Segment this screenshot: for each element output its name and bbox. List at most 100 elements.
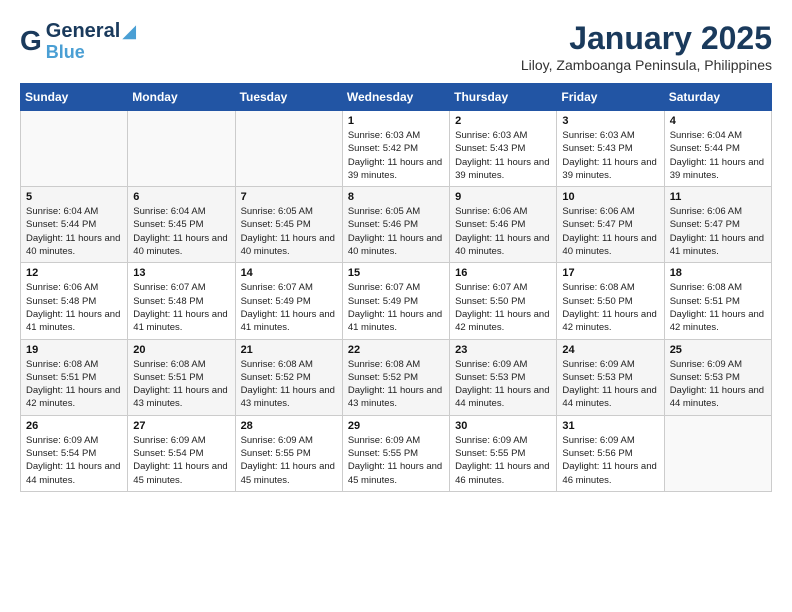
calendar-cell: 27 Sunrise: 6:09 AMSunset: 5:54 PMDayligh… bbox=[128, 415, 235, 491]
calendar-cell: 10Sunrise: 6:06 AMSunset: 5:47 PMDayligh… bbox=[557, 187, 664, 263]
day-number: 23 bbox=[455, 344, 551, 356]
calendar-cell: 4 Sunrise: 6:04 AMSunset: 5:44 PMDaylight… bbox=[664, 111, 771, 187]
day-info: Sunrise: 6:05 AMSunset: 5:45 PMDaylight:… bbox=[241, 205, 337, 258]
day-number: 26 bbox=[26, 420, 122, 432]
day-info: Sunrise: 6:09 AMSunset: 5:54 PMDaylight:… bbox=[133, 434, 229, 487]
day-number: 3 bbox=[562, 115, 658, 127]
day-number: 28 bbox=[241, 420, 337, 432]
day-info: Sunrise: 6:07 AMSunset: 5:48 PMDaylight:… bbox=[133, 281, 229, 334]
logo-blue-label: Blue bbox=[46, 43, 136, 61]
calendar-cell: 28 Sunrise: 6:09 AMSunset: 5:55 PMDayligh… bbox=[235, 415, 342, 491]
day-info: Sunrise: 6:04 AMSunset: 5:44 PMDaylight:… bbox=[26, 205, 122, 258]
day-info: Sunrise: 6:04 AMSunset: 5:45 PMDaylight:… bbox=[133, 205, 229, 258]
day-number: 7 bbox=[241, 191, 337, 203]
day-info: Sunrise: 6:05 AMSunset: 5:46 PMDaylight:… bbox=[348, 205, 444, 258]
calendar-cell: 23 Sunrise: 6:09 AMSunset: 5:53 PMDayligh… bbox=[450, 339, 557, 415]
calendar-week-5: 26 Sunrise: 6:09 AMSunset: 5:54 PMDayligh… bbox=[21, 415, 772, 491]
day-number: 13 bbox=[133, 267, 229, 279]
calendar-week-3: 12Sunrise: 6:06 AMSunset: 5:48 PMDayligh… bbox=[21, 263, 772, 339]
day-info: Sunrise: 6:09 AMSunset: 5:55 PMDaylight:… bbox=[455, 434, 551, 487]
calendar-cell: 8 Sunrise: 6:05 AMSunset: 5:46 PMDaylight… bbox=[342, 187, 449, 263]
calendar-cell bbox=[664, 415, 771, 491]
day-info: Sunrise: 6:08 AMSunset: 5:50 PMDaylight:… bbox=[562, 281, 658, 334]
title-block: January 2025 Liloy, Zamboanga Peninsula,… bbox=[521, 20, 772, 73]
calendar-cell: 17 Sunrise: 6:08 AMSunset: 5:50 PMDayligh… bbox=[557, 263, 664, 339]
day-info: Sunrise: 6:09 AMSunset: 5:55 PMDaylight:… bbox=[241, 434, 337, 487]
calendar-cell: 15 Sunrise: 6:07 AMSunset: 5:49 PMDayligh… bbox=[342, 263, 449, 339]
day-info: Sunrise: 6:09 AMSunset: 5:53 PMDaylight:… bbox=[562, 358, 658, 411]
day-number: 2 bbox=[455, 115, 551, 127]
day-number: 8 bbox=[348, 191, 444, 203]
month-title: January 2025 bbox=[521, 20, 772, 57]
calendar-cell: 29 Sunrise: 6:09 AMSunset: 5:55 PMDayligh… bbox=[342, 415, 449, 491]
day-info: Sunrise: 6:08 AMSunset: 5:51 PMDaylight:… bbox=[26, 358, 122, 411]
calendar-cell: 19 Sunrise: 6:08 AMSunset: 5:51 PMDayligh… bbox=[21, 339, 128, 415]
day-number: 10 bbox=[562, 191, 658, 203]
weekday-header-monday: Monday bbox=[128, 84, 235, 111]
day-info: Sunrise: 6:08 AMSunset: 5:52 PMDaylight:… bbox=[241, 358, 337, 411]
day-info: Sunrise: 6:07 AMSunset: 5:50 PMDaylight:… bbox=[455, 281, 551, 334]
location-subtitle: Liloy, Zamboanga Peninsula, Philippines bbox=[521, 57, 772, 73]
calendar-cell: 14 Sunrise: 6:07 AMSunset: 5:49 PMDayligh… bbox=[235, 263, 342, 339]
day-info: Sunrise: 6:08 AMSunset: 5:51 PMDaylight:… bbox=[133, 358, 229, 411]
calendar-cell: 25 Sunrise: 6:09 AMSunset: 5:53 PMDayligh… bbox=[664, 339, 771, 415]
day-number: 12 bbox=[26, 267, 122, 279]
day-number: 18 bbox=[670, 267, 766, 279]
calendar-cell bbox=[128, 111, 235, 187]
calendar-cell: 11 Sunrise: 6:06 AMSunset: 5:47 PMDayligh… bbox=[664, 187, 771, 263]
day-number: 25 bbox=[670, 344, 766, 356]
day-info: Sunrise: 6:08 AMSunset: 5:51 PMDaylight:… bbox=[670, 281, 766, 334]
day-info: Sunrise: 6:09 AMSunset: 5:53 PMDaylight:… bbox=[670, 358, 766, 411]
calendar-cell: 12Sunrise: 6:06 AMSunset: 5:48 PMDayligh… bbox=[21, 263, 128, 339]
day-number: 11 bbox=[670, 191, 766, 203]
calendar-cell: 18 Sunrise: 6:08 AMSunset: 5:51 PMDayligh… bbox=[664, 263, 771, 339]
calendar-cell: 31Sunrise: 6:09 AMSunset: 5:56 PMDayligh… bbox=[557, 415, 664, 491]
calendar-cell: 5 Sunrise: 6:04 AMSunset: 5:44 PMDaylight… bbox=[21, 187, 128, 263]
day-number: 1 bbox=[348, 115, 444, 127]
calendar-week-2: 5 Sunrise: 6:04 AMSunset: 5:44 PMDaylight… bbox=[21, 187, 772, 263]
day-number: 19 bbox=[26, 344, 122, 356]
page-header: G General ◢ Blue January 2025 Liloy, Zam… bbox=[20, 20, 772, 73]
calendar-cell: 13 Sunrise: 6:07 AMSunset: 5:48 PMDayligh… bbox=[128, 263, 235, 339]
day-number: 24 bbox=[562, 344, 658, 356]
day-number: 4 bbox=[670, 115, 766, 127]
day-info: Sunrise: 6:09 AMSunset: 5:53 PMDaylight:… bbox=[455, 358, 551, 411]
day-info: Sunrise: 6:06 AMSunset: 5:47 PMDaylight:… bbox=[670, 205, 766, 258]
calendar-cell: 1 Sunrise: 6:03 AMSunset: 5:42 PMDaylight… bbox=[342, 111, 449, 187]
day-number: 17 bbox=[562, 267, 658, 279]
day-info: Sunrise: 6:04 AMSunset: 5:44 PMDaylight:… bbox=[670, 129, 766, 182]
calendar-cell: 16 Sunrise: 6:07 AMSunset: 5:50 PMDayligh… bbox=[450, 263, 557, 339]
calendar-cell: 7 Sunrise: 6:05 AMSunset: 5:45 PMDaylight… bbox=[235, 187, 342, 263]
calendar-cell: 22 Sunrise: 6:08 AMSunset: 5:52 PMDayligh… bbox=[342, 339, 449, 415]
day-info: Sunrise: 6:03 AMSunset: 5:43 PMDaylight:… bbox=[562, 129, 658, 182]
day-number: 29 bbox=[348, 420, 444, 432]
day-info: Sunrise: 6:07 AMSunset: 5:49 PMDaylight:… bbox=[348, 281, 444, 334]
day-number: 16 bbox=[455, 267, 551, 279]
day-info: Sunrise: 6:03 AMSunset: 5:43 PMDaylight:… bbox=[455, 129, 551, 182]
logo-general-label: General bbox=[46, 20, 120, 43]
day-info: Sunrise: 6:08 AMSunset: 5:52 PMDaylight:… bbox=[348, 358, 444, 411]
calendar-cell: 24 Sunrise: 6:09 AMSunset: 5:53 PMDayligh… bbox=[557, 339, 664, 415]
weekday-header-friday: Friday bbox=[557, 84, 664, 111]
day-number: 9 bbox=[455, 191, 551, 203]
weekday-header-saturday: Saturday bbox=[664, 84, 771, 111]
day-number: 14 bbox=[241, 267, 337, 279]
day-info: Sunrise: 6:07 AMSunset: 5:49 PMDaylight:… bbox=[241, 281, 337, 334]
calendar-cell: 20Sunrise: 6:08 AMSunset: 5:51 PMDayligh… bbox=[128, 339, 235, 415]
day-number: 22 bbox=[348, 344, 444, 356]
day-number: 5 bbox=[26, 191, 122, 203]
calendar-cell: 26Sunrise: 6:09 AMSunset: 5:54 PMDayligh… bbox=[21, 415, 128, 491]
calendar-cell bbox=[235, 111, 342, 187]
logo-bird-icon: ◢ bbox=[122, 21, 136, 42]
day-number: 15 bbox=[348, 267, 444, 279]
calendar-cell: 30Sunrise: 6:09 AMSunset: 5:55 PMDayligh… bbox=[450, 415, 557, 491]
weekday-header-thursday: Thursday bbox=[450, 84, 557, 111]
calendar-header-row: SundayMondayTuesdayWednesdayThursdayFrid… bbox=[21, 84, 772, 111]
day-number: 27 bbox=[133, 420, 229, 432]
day-info: Sunrise: 6:06 AMSunset: 5:46 PMDaylight:… bbox=[455, 205, 551, 258]
day-info: Sunrise: 6:09 AMSunset: 5:55 PMDaylight:… bbox=[348, 434, 444, 487]
calendar-cell: 21Sunrise: 6:08 AMSunset: 5:52 PMDayligh… bbox=[235, 339, 342, 415]
calendar-cell: 6Sunrise: 6:04 AMSunset: 5:45 PMDaylight… bbox=[128, 187, 235, 263]
calendar-cell: 2 Sunrise: 6:03 AMSunset: 5:43 PMDaylight… bbox=[450, 111, 557, 187]
day-info: Sunrise: 6:03 AMSunset: 5:42 PMDaylight:… bbox=[348, 129, 444, 182]
